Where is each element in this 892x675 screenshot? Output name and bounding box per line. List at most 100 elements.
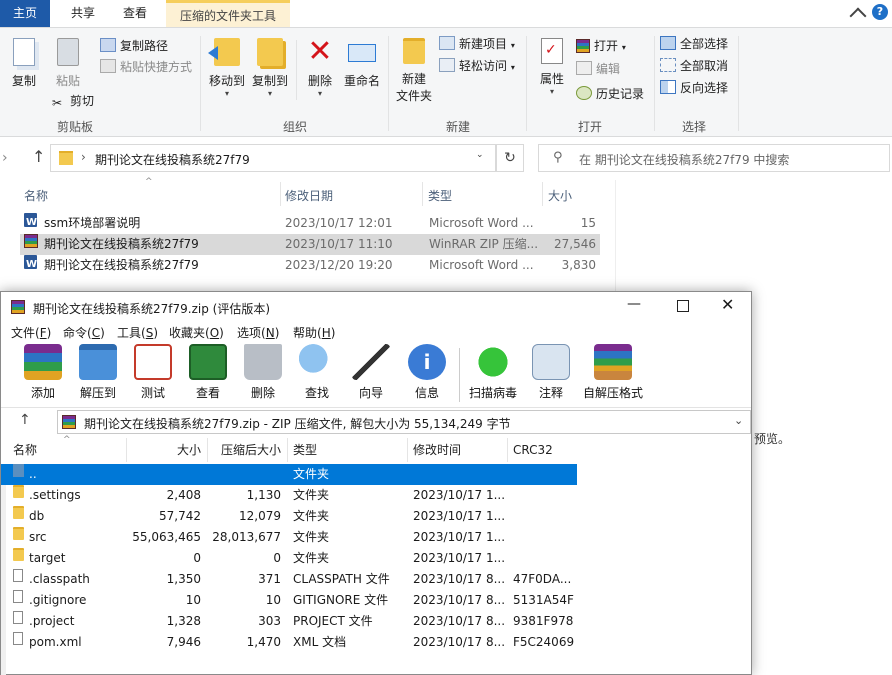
col-type[interactable]: 类型 bbox=[293, 438, 317, 462]
col-crc32[interactable]: CRC32 bbox=[513, 438, 553, 462]
move-to-button[interactable]: 移动到 ▾ bbox=[207, 38, 247, 98]
sort-up-icon: ^ bbox=[63, 435, 71, 445]
search-box[interactable]: ⚲ 在 期刊论文在线投稿系统27f79 中搜索 bbox=[538, 144, 890, 172]
history-button[interactable]: 历史记录 bbox=[576, 84, 644, 104]
row-size: 2,408 bbox=[166, 488, 201, 502]
file-row-selected[interactable]: 期刊论文在线投稿系统27f79 2023/10/17 11:10 WinRAR … bbox=[20, 234, 600, 255]
file-row[interactable]: ssm环境部署说明 2023/10/17 12:01 Microsoft Wor… bbox=[20, 212, 600, 234]
copy-path-button[interactable]: 复制路径 bbox=[100, 36, 168, 56]
select-none-button[interactable]: 全部取消 bbox=[660, 56, 728, 76]
info-button[interactable]: i 信息 bbox=[405, 344, 449, 401]
find-button[interactable]: 查找 bbox=[295, 344, 339, 401]
refresh-button[interactable]: ↻ bbox=[496, 144, 524, 172]
cut-button[interactable]: ✂ 剪切 bbox=[52, 91, 94, 111]
col-modified[interactable]: 修改时间 bbox=[413, 438, 461, 462]
row-type: XML 文档 bbox=[293, 635, 347, 649]
row-packed: 0 bbox=[273, 551, 281, 565]
comment-button[interactable]: 注释 bbox=[529, 344, 573, 401]
easy-access-button[interactable]: 轻松访问 ▾ bbox=[439, 56, 515, 76]
tab-share[interactable]: 共享 bbox=[58, 0, 108, 27]
up-arrow-icon[interactable]: ↑ bbox=[32, 147, 45, 166]
winrar-icon bbox=[576, 39, 590, 53]
address-bar[interactable]: › 期刊论文在线投稿系统27f79 ⌄ bbox=[50, 144, 496, 172]
new-item-button[interactable]: 新建项目 ▾ bbox=[439, 34, 515, 54]
new-folder-button[interactable]: 新建 文件夹 bbox=[394, 38, 434, 104]
column-size[interactable]: 大小 bbox=[548, 187, 572, 204]
sfx-button[interactable]: 自解压格式 bbox=[581, 344, 645, 401]
column-date[interactable]: 修改日期 bbox=[285, 187, 333, 204]
maximize-icon[interactable] bbox=[677, 300, 689, 312]
up-folder-icon[interactable]: ↑ bbox=[19, 412, 31, 428]
col-packed[interactable]: 压缩后大小 bbox=[207, 438, 281, 462]
minimize-icon[interactable]: — bbox=[627, 296, 641, 312]
menu-file[interactable]: 文件(F) bbox=[11, 324, 51, 341]
archive-row[interactable]: .project 1,328 303 PROJECT 文件 2023/10/17 8..… bbox=[1, 611, 577, 632]
column-type[interactable]: 类型 bbox=[428, 187, 452, 204]
view-book-icon bbox=[189, 344, 227, 380]
folder-icon bbox=[13, 506, 24, 519]
toolbar-separator bbox=[459, 348, 460, 402]
tab-view[interactable]: 查看 bbox=[112, 0, 158, 27]
paste-button[interactable]: 粘贴 bbox=[50, 38, 86, 89]
forward-arrow-icon[interactable]: › bbox=[2, 150, 8, 166]
copy-path-icon bbox=[100, 38, 116, 52]
archive-row[interactable]: .settings 2,408 1,130 文件夹 2023/10/17 1... bbox=[1, 485, 577, 506]
column-divider[interactable] bbox=[542, 182, 543, 206]
add-button[interactable]: 添加 bbox=[21, 344, 65, 401]
menu-options[interactable]: 选项(N) bbox=[237, 324, 279, 341]
menu-commands-label: 命令 bbox=[63, 326, 88, 340]
column-divider[interactable] bbox=[507, 438, 508, 462]
file-row[interactable]: 期刊论文在线投稿系统27f79 2023/12/20 19:20 Microso… bbox=[20, 254, 600, 276]
tab-compressed-tools[interactable]: 压缩的文件夹工具 bbox=[166, 0, 290, 27]
properties-button[interactable]: ✓ 属性 ▾ bbox=[532, 38, 572, 96]
archive-row[interactable]: pom.xml 7,946 1,470 XML 文档 2023/10/17 8... F5… bbox=[1, 632, 577, 653]
archive-row[interactable]: .classpath 1,350 371 CLASSPATH 文件 2023/10/17… bbox=[1, 569, 577, 590]
menu-favorites[interactable]: 收藏夹(O) bbox=[169, 324, 224, 341]
delete-button[interactable]: ✕ 删除 ▾ bbox=[302, 37, 338, 99]
delete-archive-button[interactable]: 删除 bbox=[241, 344, 285, 401]
column-divider[interactable] bbox=[407, 438, 408, 462]
edit-button[interactable]: 编辑 bbox=[576, 59, 620, 79]
collapse-ribbon-icon[interactable] bbox=[849, 7, 867, 25]
row-packed: 1,130 bbox=[246, 488, 281, 502]
archive-row[interactable]: .gitignore 10 10 GITIGNORE 文件 2023/10/17 8..… bbox=[1, 590, 577, 611]
ribbon-separator bbox=[296, 40, 297, 100]
extract-to-button[interactable]: 解压到 bbox=[75, 344, 121, 401]
archive-row[interactable]: src 55,063,465 28,013,677 文件夹 2023/10/17 1..… bbox=[1, 527, 577, 548]
title-bar[interactable]: 期刊论文在线投稿系统27f79.zip (评估版本) — ✕ bbox=[1, 292, 751, 322]
archive-path-bar[interactable]: 期刊论文在线投稿系统27f79.zip - ZIP 压缩文件, 解包大小为 55… bbox=[57, 410, 751, 434]
archive-row[interactable]: db 57,742 12,079 文件夹 2023/10/17 1... bbox=[1, 506, 577, 527]
paste-shortcut-button[interactable]: 粘贴快捷方式 bbox=[100, 57, 192, 77]
row-name: .. bbox=[29, 467, 37, 481]
invert-selection-button[interactable]: 反向选择 bbox=[660, 78, 728, 98]
column-divider[interactable] bbox=[280, 182, 281, 206]
test-button[interactable]: 测试 bbox=[131, 344, 175, 401]
select-all-button[interactable]: 全部选择 bbox=[660, 34, 728, 54]
view-label: 查看 bbox=[195, 386, 220, 400]
menu-help[interactable]: 帮助(H) bbox=[293, 324, 335, 341]
tab-home[interactable]: 主页 bbox=[0, 0, 50, 27]
chevron-down-icon[interactable]: ⌄ bbox=[476, 150, 484, 160]
archive-row[interactable]: target 0 0 文件夹 2023/10/17 1... bbox=[1, 548, 577, 569]
scan-virus-button[interactable]: 扫描病毒 bbox=[465, 344, 521, 401]
archive-row-selected[interactable]: .. 文件夹 bbox=[1, 464, 577, 485]
wizard-button[interactable]: 向导 bbox=[349, 344, 393, 401]
chevron-down-icon[interactable]: ⌄ bbox=[734, 414, 743, 427]
find-label: 查找 bbox=[304, 386, 329, 400]
help-icon[interactable]: ? bbox=[872, 4, 888, 20]
column-name[interactable]: 名称 bbox=[24, 187, 48, 204]
add-archive-icon bbox=[24, 344, 62, 380]
column-divider[interactable] bbox=[422, 182, 423, 206]
close-icon[interactable]: ✕ bbox=[721, 295, 734, 314]
col-size[interactable]: 大小 bbox=[127, 438, 201, 462]
col-name[interactable]: 名称 bbox=[13, 438, 37, 462]
menu-commands[interactable]: 命令(C) bbox=[63, 324, 105, 341]
menu-tools[interactable]: 工具(S) bbox=[117, 324, 158, 341]
open-button[interactable]: 打开 ▾ bbox=[576, 36, 626, 56]
rename-button[interactable]: 重命名 bbox=[341, 38, 383, 89]
column-divider[interactable] bbox=[287, 438, 288, 462]
copy-button[interactable]: 复制 bbox=[6, 38, 42, 89]
copy-to-button[interactable]: 复制到 ▾ bbox=[250, 38, 290, 98]
view-button[interactable]: 查看 bbox=[185, 344, 231, 401]
sort-up-icon: ^ bbox=[145, 177, 153, 187]
